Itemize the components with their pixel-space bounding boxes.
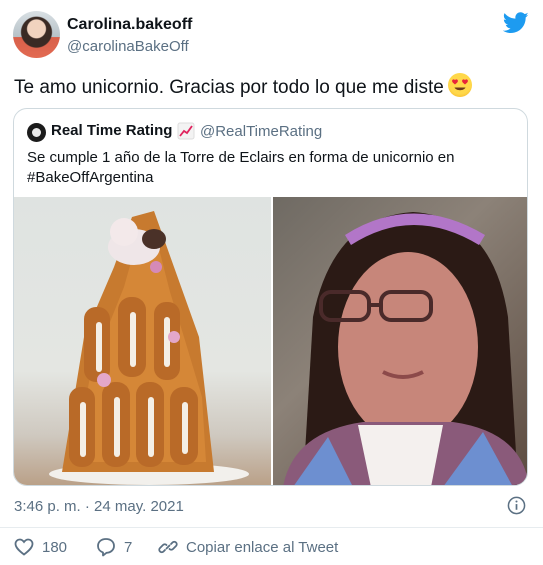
twitter-bird-icon[interactable]	[503, 12, 529, 34]
quoted-tweet-text: Se cumple 1 año de la Torre de Eclairs e…	[27, 149, 455, 186]
contestant-illustration	[283, 212, 527, 485]
author-handle[interactable]: @carolinaBakeOff	[67, 38, 189, 55]
tweet-text: Te amo unicornio. Gracias por todo lo qu…	[14, 73, 472, 100]
quoted-author-name[interactable]: Real Time Rating	[51, 122, 172, 139]
link-icon	[158, 540, 178, 554]
like-count: 180	[42, 538, 68, 556]
author-avatar[interactable]	[13, 11, 60, 58]
reply-icon	[97, 538, 115, 557]
author-display-name[interactable]: Carolina.bakeoff	[67, 16, 192, 34]
contestant-photo[interactable]	[273, 197, 527, 485]
heart-eyes-emoji-icon	[447, 73, 472, 97]
divider	[0, 527, 543, 528]
info-icon[interactable]	[507, 496, 526, 515]
quoted-tweet-card[interactable]: Real Time Rating @RealTimeRating Se cump…	[13, 108, 528, 486]
chart-increasing-emoji-icon	[177, 122, 195, 140]
heart-icon	[14, 538, 34, 556]
reply-button[interactable]: 7	[96, 536, 132, 558]
quoted-author-avatar[interactable]	[27, 123, 46, 142]
eclair-tower-illustration	[49, 211, 249, 485]
tweet-text-content: Te amo unicornio. Gracias por todo lo qu…	[14, 77, 444, 98]
quoted-author-handle[interactable]: @RealTimeRating	[200, 123, 322, 140]
copy-link-label: Copiar enlace al Tweet	[186, 538, 339, 556]
eclair-tower-photo[interactable]	[14, 197, 271, 485]
reply-count: 7	[124, 538, 133, 556]
like-button[interactable]: 180	[14, 536, 67, 558]
copy-link-button[interactable]: Copiar enlace al Tweet	[158, 536, 338, 558]
tweet-timestamp[interactable]: 3:46 p. m. · 24 may. 2021	[14, 498, 184, 515]
